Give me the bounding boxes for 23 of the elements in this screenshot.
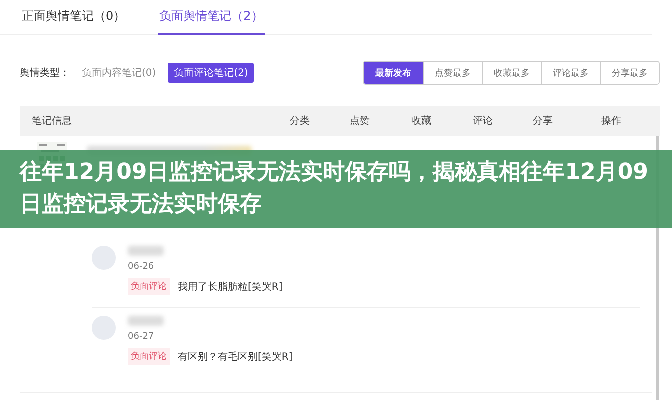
blurred-name (128, 246, 164, 256)
tab[interactable]: 正面舆情笔记（0） (20, 0, 128, 35)
filter-option[interactable]: 负面评论笔记(2) (168, 63, 254, 83)
tag: 负面评论 (128, 348, 170, 365)
tab[interactable]: 负面舆情笔记（2） (158, 0, 266, 35)
column-header: 点赞 (349, 114, 371, 128)
comment-text: 有区别？有毛区别[笑哭R] (178, 350, 293, 364)
column-header: 分享 (532, 114, 554, 128)
comment-date: 06-26 (128, 262, 156, 272)
filter-option[interactable]: 负面内容笔记(0) (76, 63, 162, 83)
filter-label: 舆情类型： (20, 66, 70, 80)
column-header: 分类 (289, 114, 311, 128)
banner-title: 往年12月09日监控记录无法实时保存吗，揭秘真相往年12月09日监控记录无法实时保存 (20, 159, 650, 219)
column-header: 收藏 (410, 114, 432, 128)
sort-button[interactable]: 分享最多 (600, 62, 659, 84)
comment-text: 我用了长脂肪粒[笑哭R] (178, 280, 283, 294)
column-header: 操作 (600, 115, 622, 128)
blurred-name (128, 316, 164, 326)
comment-date: 06-27 (128, 332, 156, 342)
column-header: 笔记信息 (31, 114, 73, 128)
column-header: 评论 (472, 115, 494, 128)
sort-button[interactable]: 最新发布 (364, 62, 423, 84)
tag: 负面评论 (128, 278, 170, 295)
